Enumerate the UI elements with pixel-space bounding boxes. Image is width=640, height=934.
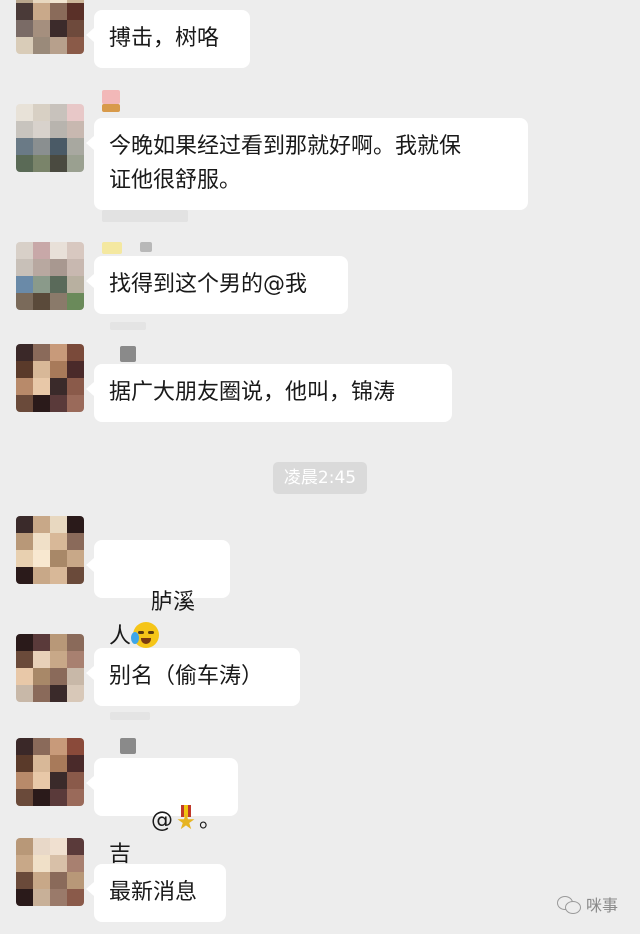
sender-name-blurred bbox=[120, 346, 136, 362]
watermark: 咪事 bbox=[556, 890, 618, 918]
avatar[interactable] bbox=[16, 344, 84, 412]
avatar[interactable] bbox=[16, 516, 84, 584]
sender-name-blurred bbox=[102, 242, 122, 254]
message-bubble: 找得到这个男的@我 bbox=[86, 256, 348, 314]
message-bubble: 别名（偷车涛） bbox=[86, 648, 300, 706]
message-bubble: 今晚如果经过看到那就好啊。我就保 证他很舒服。 bbox=[86, 118, 528, 210]
message-bubble: 胪溪人 bbox=[86, 540, 230, 649]
avatar[interactable] bbox=[16, 838, 84, 906]
message-bubble: 搏击，树咯 bbox=[86, 10, 250, 68]
avatar[interactable] bbox=[16, 634, 84, 702]
military-medal-emoji: ★ bbox=[175, 805, 197, 834]
sender-name-blurred bbox=[140, 242, 152, 252]
wechat-official-account-icon bbox=[556, 894, 582, 914]
message-bubble: @ ★ 。吉 bbox=[86, 758, 238, 867]
sender-name-blurred bbox=[120, 738, 136, 754]
avatar[interactable] bbox=[16, 0, 84, 54]
sender-name-blurred bbox=[102, 90, 120, 104]
sender-name-blurred bbox=[102, 104, 120, 112]
watermark-label: 咪事 bbox=[586, 896, 619, 915]
avatar[interactable] bbox=[16, 738, 84, 806]
chat-history: 搏击，树咯 今晚如果经过看到那就好啊。我就保 证他很舒服。 找得到这个男的@我 bbox=[0, 0, 640, 934]
message-text: @ bbox=[150, 808, 173, 833]
message-bubble: 最新消息 bbox=[86, 864, 226, 922]
avatar[interactable] bbox=[16, 242, 84, 310]
timestamp-divider: 凌晨2:45 bbox=[273, 462, 367, 494]
blurred-strip bbox=[110, 322, 146, 330]
blurred-strip bbox=[110, 712, 150, 720]
avatar[interactable] bbox=[16, 104, 84, 172]
crying-face-emoji bbox=[131, 622, 160, 648]
message-bubble: 据广大朋友圈说，他叫，锦涛 bbox=[86, 364, 452, 422]
blurred-strip bbox=[102, 210, 188, 222]
